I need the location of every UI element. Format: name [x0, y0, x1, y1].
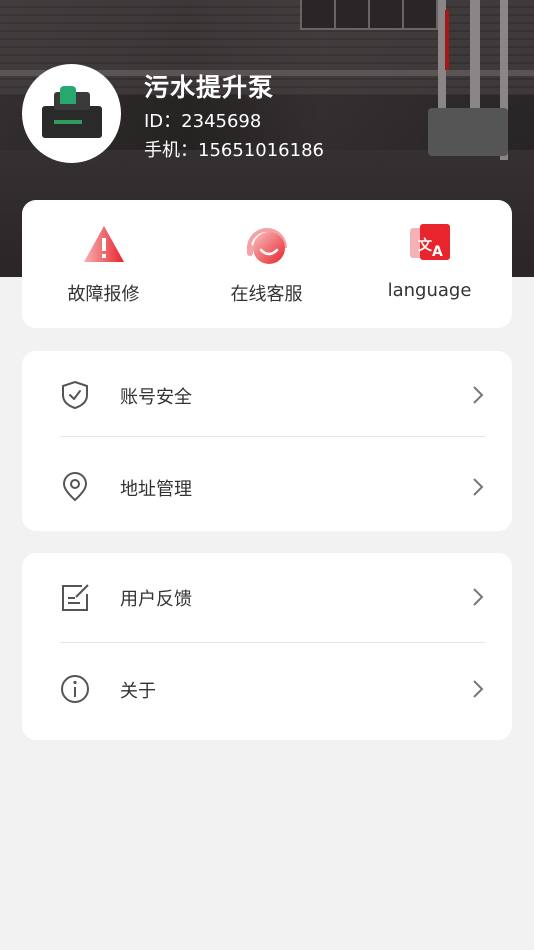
- fault-repair-button[interactable]: 故障报修: [22, 200, 185, 328]
- avatar[interactable]: [22, 64, 121, 163]
- support-menu-card: 用户反馈 关于: [22, 553, 512, 740]
- menu-item-user-feedback[interactable]: 用户反馈: [22, 553, 512, 643]
- feedback-edit-icon: [60, 582, 90, 612]
- info-icon: [60, 674, 90, 704]
- menu-item-label: 用户反馈: [120, 589, 192, 610]
- menu-item-label: 地址管理: [120, 479, 192, 500]
- menu-item-about[interactable]: 关于: [22, 645, 512, 735]
- menu-item-address-management[interactable]: 地址管理: [22, 443, 512, 533]
- menu-item-account-security[interactable]: 账号安全: [22, 351, 512, 441]
- location-pin-icon: [60, 472, 90, 502]
- warning-icon: [80, 222, 128, 270]
- translate-icon: 文 A: [406, 222, 454, 270]
- chevron-right-icon: [472, 477, 484, 497]
- chevron-right-icon: [472, 385, 484, 405]
- pump-product-image: [40, 85, 104, 142]
- user-name: 污水提升泵: [144, 73, 275, 102]
- account-menu-card: 账号安全 地址管理: [22, 351, 512, 531]
- user-id: ID：2345698: [144, 111, 262, 132]
- online-service-button[interactable]: 在线客服: [185, 200, 348, 328]
- online-service-label: 在线客服: [230, 284, 303, 305]
- profile-page: 污水提升泵 ID：2345698 手机：15651016186 故障报修 在线客…: [0, 0, 534, 950]
- shield-check-icon: [60, 380, 90, 410]
- quick-actions-card: 故障报修 在线客服 文 A language: [22, 200, 512, 328]
- svg-text:A: A: [432, 244, 443, 260]
- user-phone: 手机：15651016186: [144, 140, 324, 161]
- fault-repair-label: 故障报修: [67, 284, 140, 305]
- menu-item-label: 关于: [120, 681, 156, 702]
- svg-text:文: 文: [418, 237, 433, 254]
- language-button[interactable]: 文 A language: [348, 200, 511, 328]
- chevron-right-icon: [472, 679, 484, 699]
- chevron-right-icon: [472, 587, 484, 607]
- language-label: language: [387, 280, 472, 301]
- divider: [60, 436, 485, 437]
- menu-item-label: 账号安全: [120, 387, 192, 408]
- divider: [60, 642, 485, 643]
- headset-icon: [243, 222, 291, 270]
